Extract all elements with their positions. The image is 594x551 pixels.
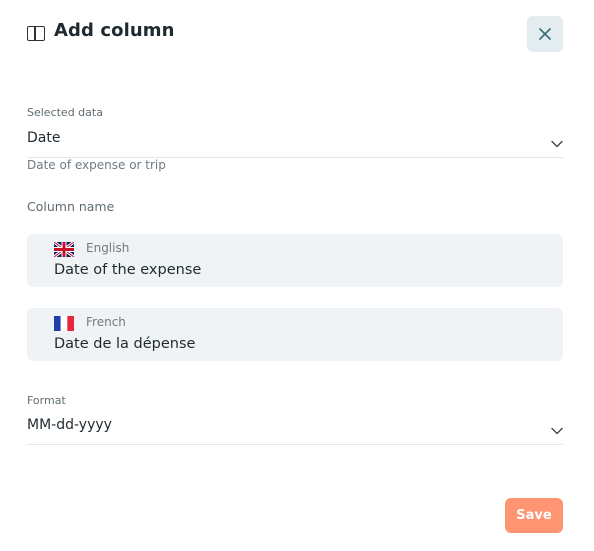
format-value[interactable]: MM-dd-yyyy — [27, 417, 112, 433]
selected-data-helper: Date of expense or trip — [27, 158, 166, 172]
dialog-title: Add column — [54, 20, 175, 41]
dialog-header: Add column — [27, 16, 563, 52]
format-label: Format — [27, 394, 66, 407]
english-language-label: English — [86, 241, 130, 255]
english-name-input[interactable]: Date of the expense — [54, 262, 201, 278]
column-name-label: Column name — [27, 199, 115, 214]
english-name-field[interactable]: English Date of the expense — [27, 234, 563, 287]
france-flag-icon — [54, 316, 74, 331]
french-name-input[interactable]: Date de la dépense — [54, 336, 195, 352]
french-name-field[interactable]: French Date de la dépense — [27, 308, 563, 361]
chevron-down-icon[interactable] — [551, 140, 563, 148]
close-button[interactable] — [527, 16, 563, 52]
uk-flag-icon — [54, 242, 74, 257]
french-language-label: French — [86, 315, 126, 329]
chevron-down-icon[interactable] — [551, 427, 563, 435]
selected-data-value[interactable]: Date — [27, 130, 60, 146]
save-button[interactable]: Save — [505, 498, 563, 533]
columns-icon — [27, 26, 45, 41]
format-underline — [27, 444, 563, 445]
selected-data-label: Selected data — [27, 106, 103, 119]
close-icon — [539, 28, 551, 40]
